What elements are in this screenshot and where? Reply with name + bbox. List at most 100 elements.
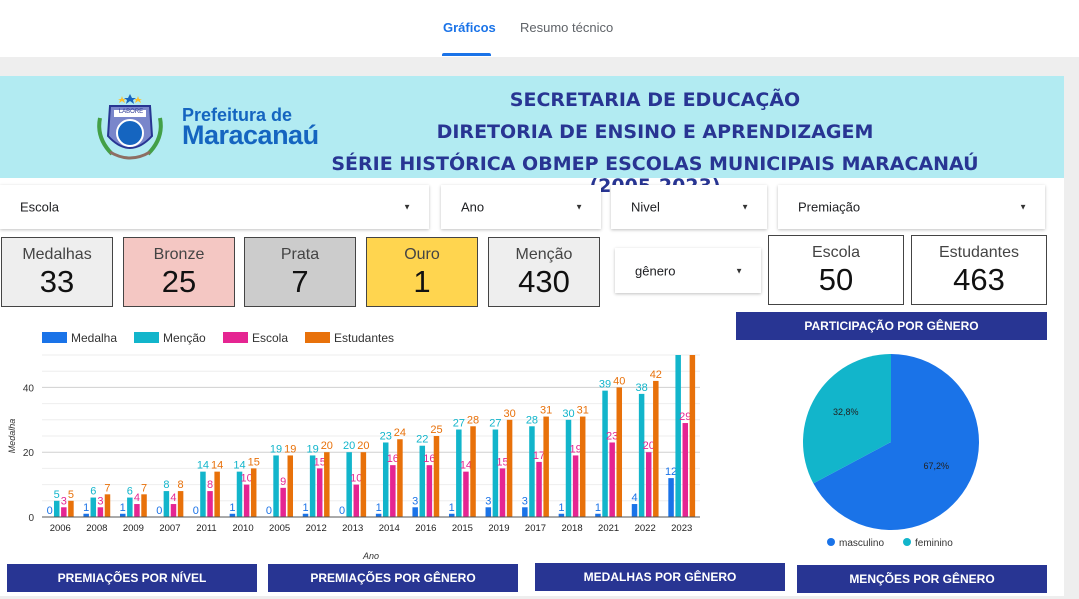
- bar: [97, 507, 104, 517]
- data-label: 0: [47, 505, 53, 517]
- kpi-medalhas: Medalhas 33: [1, 237, 113, 307]
- premiacoes-nivel-button[interactable]: PREMIAÇÕES POR NÍVEL: [7, 564, 257, 592]
- data-label: 1: [376, 502, 382, 514]
- bar: [536, 461, 542, 517]
- legend-label-mencao: Menção: [163, 331, 206, 345]
- legend-label-escola: Escola: [252, 331, 289, 345]
- bar: [529, 426, 535, 517]
- legend-label-medalha: Medalha: [71, 331, 118, 345]
- data-label: 24: [394, 427, 406, 439]
- bar: [397, 439, 403, 517]
- genero-filter-label: gênero: [635, 263, 676, 278]
- x-tick-label: 2007: [159, 523, 180, 534]
- data-label: 4: [631, 492, 637, 504]
- tab-graficos[interactable]: Gráficos: [443, 20, 496, 35]
- pie-legend-dot: [903, 538, 911, 546]
- y-tick-label: 0: [28, 513, 34, 524]
- bar: [68, 500, 74, 517]
- kpi-prata: Prata 7: [244, 237, 356, 307]
- bar: [170, 504, 177, 517]
- bar: [668, 478, 674, 517]
- data-label: 19: [284, 443, 296, 455]
- kpi-value: 33: [39, 264, 75, 299]
- premiacao-filter[interactable]: Premiação ▼: [778, 185, 1045, 229]
- data-label: 17: [533, 450, 545, 462]
- coat-of-arms-icon: [97, 94, 163, 160]
- data-label: 16: [387, 453, 399, 465]
- bar: [104, 494, 111, 517]
- bar: [485, 507, 492, 517]
- x-tick-label: 2017: [525, 523, 546, 534]
- bar: [324, 452, 330, 517]
- bar: [522, 507, 528, 517]
- bar: [280, 487, 286, 517]
- data-label: 0: [193, 505, 199, 517]
- kpi-label: Prata: [280, 246, 320, 263]
- x-tick-label: 2023: [671, 523, 692, 534]
- bar: [53, 500, 60, 517]
- data-label: 30: [503, 408, 515, 420]
- data-label: 1: [83, 502, 89, 514]
- data-label: 1: [120, 502, 126, 514]
- bar: [412, 507, 418, 517]
- data-label: 8: [178, 479, 184, 491]
- data-label: 19: [270, 443, 282, 455]
- bar: [572, 455, 579, 517]
- kpi-value: 25: [161, 264, 197, 299]
- data-label: 3: [412, 495, 418, 507]
- mencoes-genero-button[interactable]: MENÇÕES POR GÊNERO: [797, 565, 1047, 593]
- y-tick-label: 40: [23, 383, 35, 394]
- active-tab-indicator: [442, 53, 491, 56]
- data-label: 12: [665, 466, 677, 478]
- participacao-genero-button[interactable]: PARTICIPAÇÃO POR GÊNERO: [736, 312, 1047, 340]
- data-label: 0: [156, 505, 162, 517]
- medalhas-genero-button[interactable]: MEDALHAS POR GÊNERO: [535, 563, 785, 591]
- bar: [616, 387, 623, 517]
- tab-resumo-tecnico[interactable]: Resumo técnico: [520, 20, 613, 35]
- kpi-label: Escola: [811, 244, 861, 261]
- bar: [250, 468, 257, 517]
- data-label: 6: [90, 486, 96, 498]
- bar: [675, 355, 681, 517]
- data-label: 20: [321, 440, 333, 452]
- genero-filter[interactable]: gênero ▼: [615, 248, 761, 293]
- legend-swatch-mencao: [134, 332, 159, 343]
- premiacoes-genero-button[interactable]: PREMIAÇÕES POR GÊNERO: [268, 564, 518, 592]
- ano-filter[interactable]: Ano ▼: [441, 185, 601, 229]
- x-tick-label: 2019: [488, 523, 509, 534]
- data-label: 10: [350, 473, 362, 485]
- data-label: 3: [485, 495, 491, 507]
- bar: [543, 416, 549, 517]
- bar: [177, 491, 184, 517]
- bar: [463, 471, 469, 517]
- bar: [602, 390, 608, 517]
- bar: [214, 471, 220, 517]
- bar: [506, 419, 513, 517]
- data-label: 14: [197, 460, 209, 472]
- legend-swatch-medalha: [42, 332, 67, 343]
- bar: [390, 465, 396, 517]
- data-label: 20: [643, 440, 655, 452]
- data-label: 25: [430, 424, 442, 436]
- bar: [638, 393, 645, 517]
- data-label: 14: [211, 460, 223, 472]
- data-label: 28: [467, 414, 479, 426]
- data-label: 19: [306, 443, 318, 455]
- kpi-value: 50: [818, 262, 854, 297]
- x-tick-label: 2018: [561, 523, 582, 534]
- bar: [243, 484, 250, 517]
- bar: [682, 423, 689, 517]
- bar: [141, 494, 147, 517]
- bar: [90, 497, 97, 517]
- pie-legend-masculino: masculino: [827, 538, 884, 549]
- escola-filter[interactable]: Escola ▼: [0, 185, 429, 229]
- nivel-filter[interactable]: Nivel ▼: [611, 185, 767, 229]
- x-tick-label: 2010: [232, 523, 253, 534]
- kpi-label: Bronze: [153, 246, 205, 263]
- data-label: 42: [650, 369, 662, 381]
- header-title-line2: DIRETORIA DE ENSINO E APRENDIZAGEM: [436, 121, 874, 143]
- bar: [127, 497, 133, 517]
- legend-swatch-escola: [223, 332, 248, 343]
- pie-legend-feminino: feminino: [903, 538, 953, 549]
- bar: [163, 491, 170, 517]
